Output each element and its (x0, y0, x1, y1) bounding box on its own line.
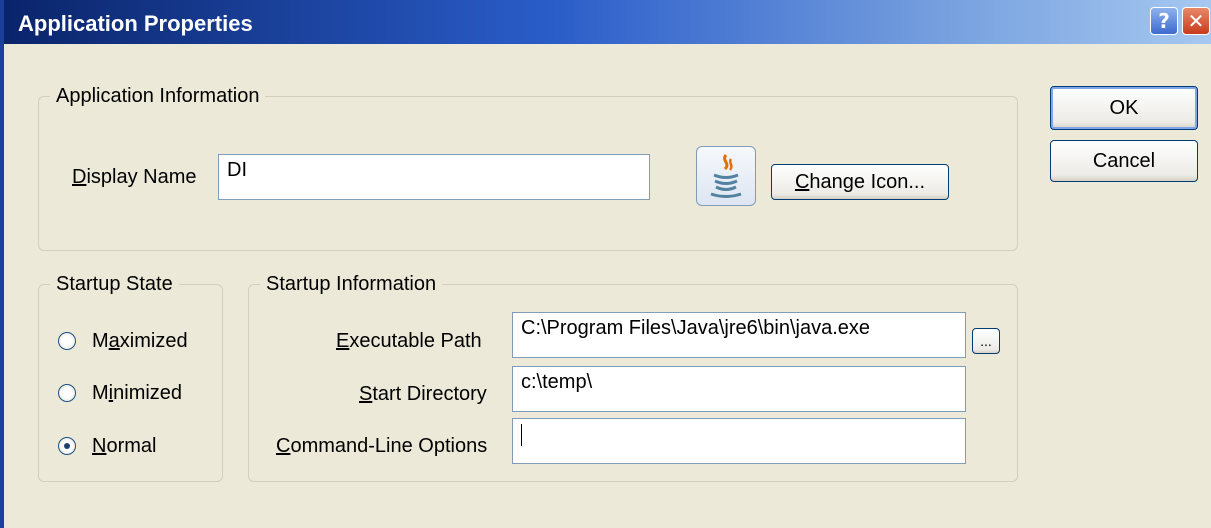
minimized-prefix: M (92, 382, 109, 404)
display-name-mnemonic: D (72, 166, 87, 188)
title-bar[interactable]: Application Properties ? ✕ (4, 0, 1211, 44)
browse-executable-button[interactable]: ... (972, 328, 1000, 354)
radio-normal[interactable] (58, 437, 76, 455)
maximized-prefix: M (92, 330, 109, 352)
maximized-rest: ximized (119, 330, 188, 352)
cancel-button[interactable]: Cancel (1050, 140, 1198, 182)
help-button[interactable]: ? (1150, 7, 1178, 35)
startup-state-legend: Startup State (50, 272, 179, 296)
change-icon-button[interactable]: Change Icon... (771, 164, 949, 200)
display-name-field[interactable]: DI (218, 154, 650, 200)
executable-path-label: Executable Path (336, 329, 482, 353)
application-properties-dialog: Application Properties ? ✕ Application I… (0, 0, 1211, 528)
start-directory-label-rest: tart Directory (372, 383, 487, 405)
command-line-options-label: Command-Line Options (276, 434, 487, 458)
executable-path-mnemonic: E (336, 330, 350, 352)
change-icon-label-rest: hange Icon... (809, 170, 926, 193)
application-icon-preview[interactable] (696, 146, 756, 206)
command-line-options-field[interactable] (512, 418, 966, 464)
radio-normal-label[interactable]: Normal (92, 434, 156, 458)
ok-button[interactable]: OK (1050, 86, 1198, 130)
executable-path-label-rest: xecutable Path (349, 330, 482, 352)
radio-normal-selected-dot (64, 443, 70, 449)
command-line-label-rest: ommand-Line Options (290, 435, 488, 457)
radio-minimized-label[interactable]: Minimized (92, 381, 182, 405)
cancel-label: Cancel (1092, 149, 1156, 172)
minimized-rest: nimized (113, 382, 183, 404)
maximized-mnemonic: a (108, 330, 120, 352)
dialog-title: Application Properties (18, 11, 253, 36)
radio-maximized[interactable] (58, 332, 76, 350)
radio-minimized[interactable] (58, 384, 76, 402)
startup-information-legend: Startup Information (260, 272, 443, 296)
text-caret (521, 423, 522, 446)
normal-rest: ormal (106, 435, 157, 457)
start-directory-mnemonic: S (359, 383, 373, 405)
close-icon: ✕ (1187, 9, 1205, 33)
start-directory-field[interactable]: c:\temp\ (512, 366, 966, 412)
change-icon-mnemonic: C (794, 170, 810, 193)
change-icon-label: Change Icon... (795, 171, 925, 194)
command-line-mnemonic: C (276, 435, 291, 457)
help-icon: ? (1158, 9, 1170, 33)
start-directory-label: Start Directory (359, 382, 487, 406)
normal-mnemonic: N (92, 435, 107, 457)
display-name-label: Display Name (72, 165, 197, 189)
executable-path-field[interactable]: C:\Program Files\Java\jre6\bin\java.exe (512, 312, 966, 358)
ok-label: OK (1109, 96, 1139, 119)
close-button[interactable]: ✕ (1182, 7, 1210, 35)
display-name-label-rest: isplay Name (86, 166, 197, 188)
application-information-legend: Application Information (50, 84, 266, 108)
java-cup-icon (710, 154, 742, 198)
browse-label: ... (980, 333, 992, 349)
radio-maximized-label[interactable]: Maximized (92, 329, 188, 353)
